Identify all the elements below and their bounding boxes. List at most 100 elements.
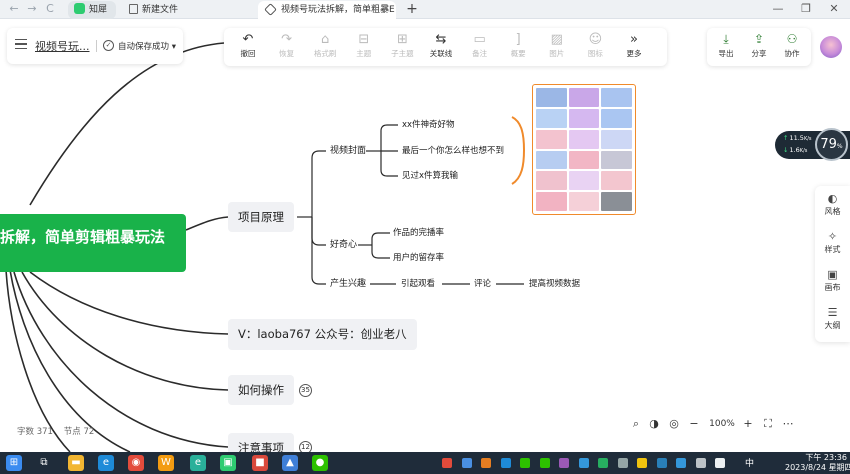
tray-app-icon[interactable] bbox=[676, 458, 686, 468]
tray-app-icon[interactable] bbox=[598, 458, 608, 468]
tray-app-icon[interactable] bbox=[715, 458, 725, 468]
windows-start-icon[interactable]: ⊞ bbox=[6, 455, 22, 471]
document-stats: 字数 371 节点 72 bbox=[17, 425, 94, 437]
leaf-cover-3[interactable]: 见过x件算我输 bbox=[402, 170, 458, 182]
file-explorer-icon[interactable]: ▬ bbox=[68, 455, 84, 471]
memory-percent-ring[interactable]: 79% bbox=[815, 128, 848, 161]
theme-icon[interactable]: ◑ bbox=[646, 414, 662, 434]
relation-line-icon: ⇆ bbox=[435, 32, 447, 47]
tray-app-icon[interactable] bbox=[695, 458, 706, 468]
toolbar-summary-button[interactable]: ] 概要 bbox=[500, 31, 536, 63]
clock-time: 下午 23:36 bbox=[805, 453, 847, 462]
tray-app-icon[interactable] bbox=[520, 458, 530, 468]
save-status[interactable]: 自动保存成功 ▾ bbox=[118, 40, 176, 52]
chrome-icon[interactable]: ◉ bbox=[128, 455, 144, 471]
toolbar-subtopic-button[interactable]: ⊞ 子主题 bbox=[384, 31, 420, 63]
side-panel-outline[interactable]: ☰ 大纲 bbox=[815, 306, 850, 331]
branch-project-principle[interactable]: 项目原理 bbox=[228, 202, 294, 232]
toolbar-redo-button[interactable]: ↷ 恢复 bbox=[269, 31, 305, 63]
photos-icon[interactable]: ▲ bbox=[282, 455, 298, 471]
export-button[interactable]: ⤓ 导出 bbox=[711, 31, 741, 59]
search-icon[interactable]: ⌕ bbox=[628, 414, 644, 434]
redo-icon: ↷ bbox=[281, 32, 293, 47]
leaf-curiosity-2[interactable]: 用户的留存率 bbox=[393, 252, 444, 264]
branch-how-to[interactable]: 如何操作 bbox=[228, 375, 294, 405]
tray-app-icon[interactable] bbox=[617, 458, 628, 468]
cover-examples-image[interactable] bbox=[532, 84, 636, 215]
child-count-badge[interactable]: 35 bbox=[299, 384, 312, 397]
tray-app-icon[interactable] bbox=[500, 458, 511, 468]
toolbar-note-button[interactable]: ▭ 备注 bbox=[462, 31, 498, 63]
divider bbox=[96, 40, 97, 52]
subtopic-cover[interactable]: 视频封面 bbox=[330, 145, 366, 157]
toolbar-emoji-button[interactable]: ☺ 图标 bbox=[577, 31, 613, 63]
leaf-chain-view[interactable]: 引起观看 bbox=[401, 278, 435, 290]
zoom-level[interactable]: 100% bbox=[706, 414, 738, 434]
note-icon: ▭ bbox=[473, 32, 486, 47]
tray-app-icon[interactable] bbox=[578, 458, 589, 468]
branch-label: 项目原理 bbox=[238, 210, 284, 224]
collaborate-button[interactable]: ⚇ 协作 bbox=[777, 31, 807, 59]
subtopic-icon: ⊞ bbox=[396, 32, 408, 47]
thumbnail-cell bbox=[601, 108, 632, 128]
side-panel-style[interactable]: ✧ 样式 bbox=[815, 230, 850, 255]
zoom-in-button[interactable]: + bbox=[740, 414, 756, 434]
tray-app-icon[interactable] bbox=[442, 458, 452, 468]
system-clock[interactable]: 下午 23:36 2023/8/24 星期四 bbox=[785, 453, 850, 473]
zhixi-icon[interactable]: ▣ bbox=[220, 455, 236, 471]
leaf-cover-2[interactable]: 最后一个你怎么样也想不到 bbox=[402, 145, 504, 157]
task-view-icon[interactable]: ⧉ bbox=[36, 455, 52, 471]
menu-icon[interactable] bbox=[15, 39, 27, 49]
edge-icon[interactable]: e bbox=[98, 455, 114, 471]
branch-label: 如何操作 bbox=[238, 383, 284, 397]
thumbnail-cell bbox=[536, 108, 567, 128]
subtopic-curiosity[interactable]: 好奇心 bbox=[330, 239, 357, 251]
avatar[interactable] bbox=[820, 36, 842, 58]
upload-speed: 11.5K/s bbox=[783, 134, 811, 142]
wechat-icon[interactable]: ● bbox=[312, 455, 328, 471]
tray-app-icon[interactable] bbox=[461, 458, 472, 468]
side-panel-label: 风格 bbox=[824, 207, 841, 216]
toolbar-undo-button[interactable]: ↶ 撤回 bbox=[230, 31, 266, 63]
branch-contact[interactable]: V：laoba767 公众号：创业老八 bbox=[228, 319, 417, 350]
leaf-cover-1[interactable]: xx件神奇好物 bbox=[402, 119, 455, 131]
tray-app-icon[interactable] bbox=[559, 458, 569, 468]
tray-app-icon[interactable] bbox=[656, 458, 667, 468]
doc-title[interactable]: 视频号玩... bbox=[35, 38, 90, 54]
toolbar-image-button[interactable]: ▨ 图片 bbox=[539, 31, 575, 63]
tray-app-icon[interactable] bbox=[539, 458, 550, 468]
thumbnail-cell bbox=[536, 129, 567, 149]
thumbnail-cell bbox=[568, 88, 600, 107]
branch-label: V：laoba767 公众号：创业老八 bbox=[238, 327, 407, 341]
leaf-curiosity-1[interactable]: 作品的完播率 bbox=[393, 227, 444, 239]
zoom-out-button[interactable]: − bbox=[686, 414, 702, 434]
more-options-icon[interactable]: ⋯ bbox=[780, 414, 796, 434]
office-icon[interactable]: ■ bbox=[252, 455, 268, 471]
tray-app-icon[interactable] bbox=[637, 458, 647, 468]
side-panel-palette[interactable]: ◐ 风格 bbox=[815, 192, 850, 217]
connector-to-interest bbox=[311, 217, 326, 285]
leaf-chain-comment[interactable]: 评论 bbox=[474, 278, 491, 290]
connector-to-curiosity bbox=[311, 217, 326, 246]
fit-screen-icon[interactable]: ⛶ bbox=[760, 414, 776, 434]
connector-curiosity-1 bbox=[371, 232, 390, 245]
tray-app-icon[interactable] bbox=[481, 458, 491, 468]
share-button[interactable]: ⇪ 分享 bbox=[744, 31, 774, 59]
side-panel-label: 大纲 bbox=[824, 321, 841, 330]
side-panel-canvas[interactable]: ▣ 画布 bbox=[815, 268, 850, 293]
toolbar-topic-button[interactable]: ⊟ 主题 bbox=[346, 31, 382, 63]
leaf-chain-data[interactable]: 提高视频数据 bbox=[529, 278, 580, 290]
xmind-icon[interactable]: W bbox=[158, 455, 174, 471]
toolbar-format-brush-button[interactable]: ⌂ 格式刷 bbox=[307, 31, 343, 63]
edge-beta-icon[interactable]: e bbox=[190, 455, 206, 471]
undo-icon: ↶ bbox=[242, 32, 254, 47]
topic-icon: ⊟ bbox=[358, 32, 370, 47]
toolbar-more-button[interactable]: » 更多 bbox=[616, 31, 652, 63]
ime-indicator[interactable]: 中 bbox=[745, 456, 754, 469]
toolbar-label: 格式刷 bbox=[313, 49, 337, 58]
central-topic[interactable]: 拆解，简单剪辑粗暴玩法 bbox=[0, 214, 186, 272]
locate-icon[interactable]: ◎ bbox=[666, 414, 682, 434]
side-panel-label: 样式 bbox=[824, 245, 841, 254]
toolbar-relation-line-button[interactable]: ⇆ 关联线 bbox=[423, 31, 459, 63]
subtopic-interest[interactable]: 产生兴趣 bbox=[330, 278, 366, 290]
